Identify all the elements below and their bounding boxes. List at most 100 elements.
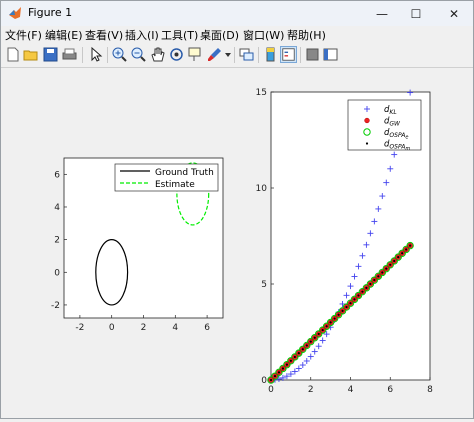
- d-ospa-m-point: [309, 340, 312, 343]
- show-plot-tools-icon[interactable]: [322, 46, 339, 63]
- d-ospa-m-point: [281, 367, 285, 370]
- toolbar-separator: [107, 47, 108, 63]
- menu-tools[interactable]: 工具(T): [161, 27, 198, 43]
- right-x-tick-label: 8: [427, 385, 433, 395]
- d-ospa-m-point: [313, 336, 316, 339]
- d-ospa-m-point: [277, 371, 281, 374]
- legend-icon[interactable]: [280, 46, 297, 63]
- save-icon[interactable]: [42, 46, 59, 63]
- maximize-button[interactable]: ☐: [399, 1, 433, 26]
- zoom-out-icon[interactable]: [130, 46, 147, 63]
- figure-svg: -2 0 2 4 6 -2 0 2 4 6 Ground Truth Estimate 0 2 4 6…: [51, 88, 434, 395]
- minimize-icon: —: [376, 6, 388, 21]
- edit-plot-icon[interactable]: [87, 46, 104, 63]
- window-title: Figure 1: [28, 6, 73, 19]
- d-ospa-m-point: [369, 282, 372, 286]
- d-ospa-m-point: [273, 375, 277, 378]
- menu-view[interactable]: 查看(V): [85, 27, 123, 43]
- left-y-tick-label: 6: [54, 170, 60, 180]
- menu-file[interactable]: 文件(F): [5, 27, 42, 43]
- close-button[interactable]: ✕: [437, 1, 471, 26]
- d-ospa-m-point: [337, 313, 340, 316]
- d-ospa-m-point: [385, 267, 388, 270]
- right-x-tick-label: 2: [308, 385, 314, 395]
- d-ospa-m-point: [301, 348, 304, 351]
- menu-help[interactable]: 帮助(H): [287, 27, 326, 43]
- legend-d-gw-marker: [364, 117, 370, 124]
- legend-ground-truth-label: Ground Truth: [155, 168, 214, 178]
- menu-edit[interactable]: 编辑(E): [45, 27, 83, 43]
- d-ospa-m-point: [353, 298, 356, 301]
- d-ospa-m-point: [349, 302, 352, 305]
- right-x-tick-label: 6: [387, 385, 393, 395]
- title-bar: Figure 1 — ☐ ✕: [1, 1, 473, 26]
- menu-desktop[interactable]: 桌面(D): [200, 27, 239, 43]
- data-cursor-icon[interactable]: [187, 46, 204, 63]
- d-ospa-m-point: [269, 378, 273, 382]
- left-legend[interactable]: Ground Truth Estimate: [114, 163, 219, 192]
- right-legend[interactable]: dKLdGWdOSPAedOSPAm: [347, 99, 422, 152]
- d-ospa-m-point: [317, 332, 320, 336]
- toolbar-separator: [82, 47, 83, 63]
- close-icon: ✕: [448, 6, 460, 21]
- menu-insert[interactable]: 插入(I): [125, 27, 159, 43]
- legend-estimate-label: Estimate: [155, 180, 195, 190]
- toolbar-separator: [300, 47, 301, 63]
- d-ospa-m-point: [373, 279, 376, 282]
- link-plot-icon[interactable]: [238, 46, 255, 63]
- left-x-tick-label: -2: [75, 323, 84, 333]
- d-ospa-m-point: [341, 309, 344, 312]
- d-ospa-m-point: [293, 355, 296, 359]
- right-x-tick-label: 4: [348, 385, 354, 395]
- left-x-tick-label: 6: [204, 323, 210, 333]
- pan-icon[interactable]: [149, 46, 166, 63]
- right-axes[interactable]: 0 2 4 6 8 0 5 10 15 dKLdGWdOSPAedOSPAm: [256, 88, 434, 395]
- toolbar-separator: [258, 47, 259, 63]
- d-ospa-m-point: [333, 317, 336, 320]
- left-axes[interactable]: -2 0 2 4 6 -2 0 2 4 6 Ground Truth Estimate: [51, 157, 224, 333]
- right-x-tick-label: 0: [268, 385, 274, 395]
- d-ospa-m-point: [325, 325, 328, 328]
- d-ospa-m-point: [405, 248, 408, 251]
- menu-bar: 文件(F) 编辑(E) 查看(V) 插入(I) 工具(T) 桌面(D) 窗口(W…: [1, 26, 473, 43]
- open-file-icon[interactable]: [23, 46, 40, 63]
- d-ospa-m-point: [285, 363, 288, 366]
- rotate-3d-icon[interactable]: [168, 46, 185, 63]
- left-y-tick-label: -2: [51, 301, 60, 311]
- d-ospa-m-point: [329, 321, 332, 324]
- d-ospa-m-point: [321, 328, 324, 332]
- figure-toolbar: [1, 43, 473, 68]
- d-ospa-m-point: [393, 259, 396, 263]
- left-x-tick-label: 4: [172, 323, 178, 333]
- toolbar-separator: [234, 47, 235, 63]
- left-y-tick-label: 0: [54, 268, 60, 278]
- hide-plot-tools-icon[interactable]: [304, 46, 321, 63]
- print-icon[interactable]: [61, 46, 78, 63]
- left-y-tick-label: 4: [54, 203, 60, 213]
- left-x-tick-label: 0: [109, 323, 115, 333]
- d-ospa-m-point: [305, 344, 308, 347]
- left-y-tick-label: 2: [54, 236, 60, 246]
- minimize-button[interactable]: —: [365, 1, 399, 26]
- right-y-tick-label: 10: [256, 184, 268, 194]
- d-ospa-m-point: [289, 359, 292, 362]
- d-ospa-m-point: [357, 294, 360, 297]
- new-figure-icon[interactable]: [4, 46, 21, 63]
- figure-canvas: -2 0 2 4 6 -2 0 2 4 6 Ground Truth Estimate 0 2 4 6…: [2, 68, 472, 418]
- right-y-tick-label: 15: [256, 88, 267, 98]
- d-ospa-m-point: [409, 244, 412, 247]
- zoom-in-icon[interactable]: [111, 46, 128, 63]
- brush-icon[interactable]: [206, 46, 223, 63]
- d-ospa-m-point: [389, 263, 392, 266]
- right-y-tick-label: 0: [261, 376, 267, 386]
- brush-dropdown-icon[interactable]: [224, 46, 232, 63]
- d-ospa-m-point: [345, 305, 348, 309]
- menu-window[interactable]: 窗口(W): [243, 27, 284, 43]
- d-ospa-m-point: [297, 352, 300, 355]
- colorbar-icon[interactable]: [262, 46, 279, 63]
- d-ospa-m-point: [381, 271, 384, 274]
- right-y-tick-label: 5: [261, 280, 267, 290]
- figure-window: Figure 1 — ☐ ✕ 文件(F) 编辑(E) 查看(V) 插入(I) 工…: [0, 0, 474, 419]
- d-ospa-m-point: [377, 275, 380, 278]
- legend-d-ospa-m-marker: [365, 142, 369, 145]
